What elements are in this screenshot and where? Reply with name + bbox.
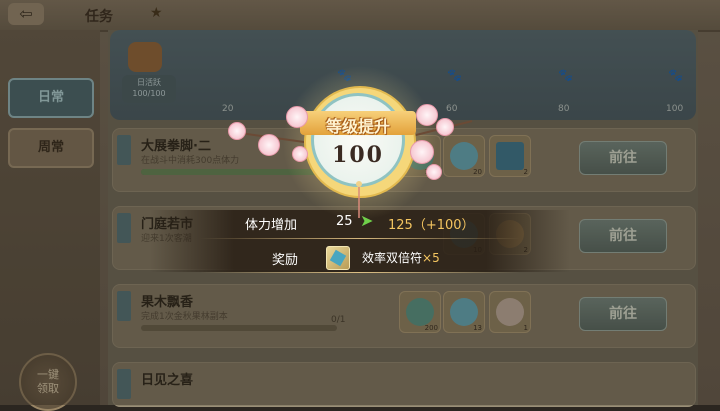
reward-name: 效率双倍符	[362, 251, 423, 265]
blossom-icon	[286, 106, 308, 128]
reward-label: 奖励	[272, 253, 299, 268]
level-medal-face	[311, 93, 405, 187]
level-up-title: 等级提升	[325, 117, 390, 136]
stat-label: 体力增加	[245, 218, 298, 233]
double-efficiency-charm-icon	[326, 246, 350, 270]
reward-multiplier: ×5	[422, 251, 440, 265]
level-number: 100	[332, 142, 384, 168]
divider	[200, 272, 520, 273]
blossom-icon	[436, 118, 454, 136]
blossom-icon	[228, 122, 246, 140]
stat-new-value: 125（+100）	[388, 218, 475, 233]
reward-text: 效率双倍符×5	[362, 249, 440, 266]
blossom-icon	[426, 164, 442, 180]
blossom-icon	[410, 140, 434, 164]
blossom-icon	[292, 146, 308, 162]
blossom-icon	[258, 134, 280, 156]
divider	[200, 238, 520, 239]
medal-tassel	[356, 181, 362, 218]
blossom-icon	[416, 104, 438, 126]
